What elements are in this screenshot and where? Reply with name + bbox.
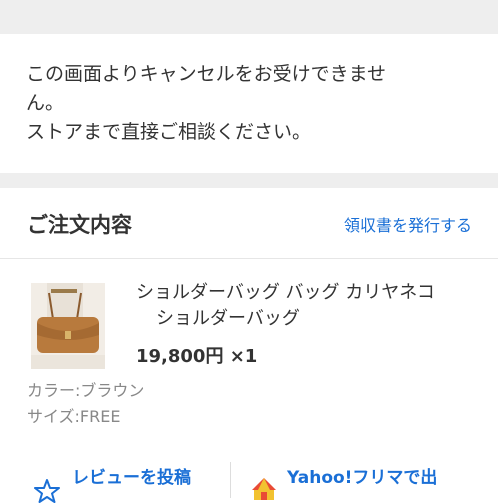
post-review-button[interactable]: レビューを投稿 [72,463,191,488]
order-section-header: ご注文内容 領収書を発行する [0,188,498,258]
notice-line-2: ん。 [26,92,65,114]
order-section-title: ご注文内容 [27,213,132,237]
notice-line-1: この画面よりキャンセルをお受けできませ [26,63,387,85]
product-name-line-2: ショルダーバッグ [156,308,300,329]
shoulder-bag-image [31,283,105,369]
section-separator-band [0,173,498,188]
issue-receipt-link[interactable]: 領収書を発行する [344,212,472,236]
action-separator [230,462,231,498]
product-thumbnail[interactable] [31,283,105,369]
top-separator-band [0,0,498,34]
product-name-line-1: ショルダーバッグ バッグ カリヤネコ [136,282,435,303]
cancel-notice: この画面よりキャンセルをお受けできませ ん。 ストアまで直接ご相談ください。 [26,60,476,147]
product-name[interactable]: ショルダーバッグ バッグ カリヤネコ ショルダーバッグ [136,280,476,332]
product-color: カラー:ブラウン [27,381,145,400]
star-outline-icon [34,479,60,503]
header-divider [0,258,498,259]
flea-market-tent-icon [252,478,276,500]
notice-line-3: ストアまで直接ご相談ください。 [26,121,312,143]
sell-on-yahoo-flea-market-button[interactable]: Yahoo!フリマで出 [287,463,437,488]
product-price: 19,800円 ×1 [136,346,258,367]
product-size: サイズ:FREE [27,407,121,426]
